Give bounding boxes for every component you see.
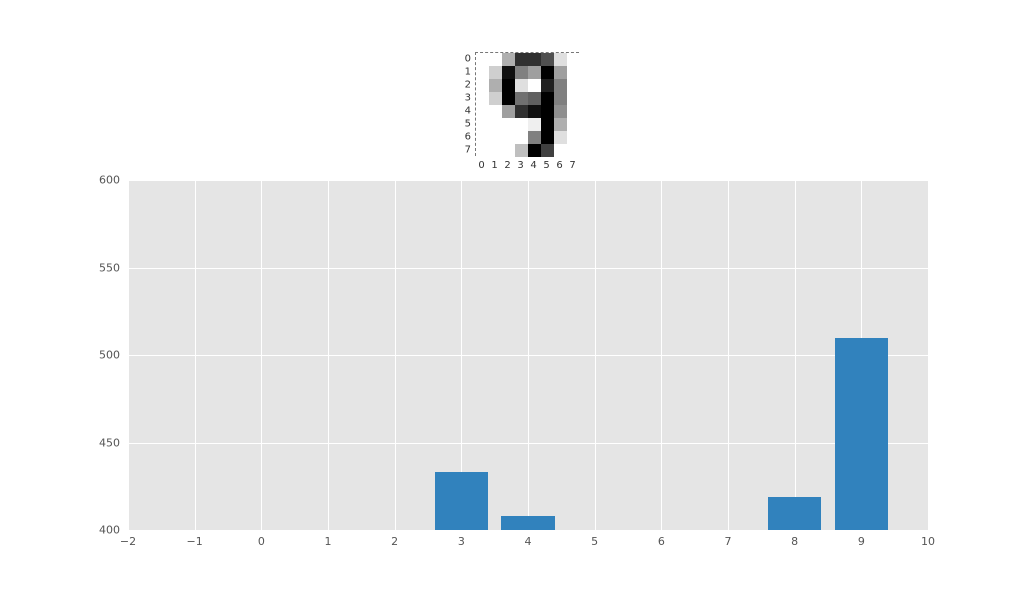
xtick-label: 1 [325,535,332,548]
digit-xtick-label: 7 [569,160,575,171]
bar-chart-subplot: 400450500550600 −2−1012345678910 [128,180,928,530]
digit-xtick-label: 0 [478,160,484,171]
gridline-vertical [661,180,662,530]
xtick-label: 9 [858,535,865,548]
xtick-label: 6 [658,535,665,548]
digit-xtick-label: 1 [491,160,497,171]
figure: 01234567 01234567 400450500550600 −2−101… [0,0,1024,593]
xtick-label: 10 [921,535,935,548]
digit-ytick-label: 7 [465,144,471,155]
bar-axes [128,180,928,530]
gridline-vertical [395,180,396,530]
xtick-label: −2 [120,535,136,548]
gridline-vertical [128,180,129,530]
gridline-vertical [728,180,729,530]
gridline-vertical [328,180,329,530]
digit-ytick-label: 0 [465,53,471,64]
ytick-label: 550 [99,261,120,274]
digit-ytick-label: 2 [465,79,471,90]
ytick-label: 400 [99,524,120,537]
bar [835,338,888,531]
xtick-label: 2 [391,535,398,548]
gridline-vertical [261,180,262,530]
digit-xtick-label: 2 [504,160,510,171]
xtick-label: 0 [258,535,265,548]
digit-ytick-label: 3 [465,92,471,103]
digit-xtick-label: 6 [556,160,562,171]
xtick-label: 4 [525,535,532,548]
gridline-vertical [195,180,196,530]
gridline-vertical [928,180,929,530]
digit-xtick-label: 3 [517,160,523,171]
gridline-vertical [795,180,796,530]
xtick-label: 3 [458,535,465,548]
digit-xtick-label: 4 [530,160,536,171]
xtick-label: 7 [725,535,732,548]
digit-image [476,53,580,157]
bar [768,497,821,530]
gridline-vertical [595,180,596,530]
digit-axes [475,52,579,156]
digit-ytick-label: 5 [465,118,471,129]
digit-ytick-label: 1 [465,66,471,77]
bar [435,472,488,530]
xtick-label: −1 [187,535,203,548]
gridline-vertical [528,180,529,530]
digit-image-subplot: 01234567 01234567 [475,52,579,156]
digit-xtick-label: 5 [543,160,549,171]
digit-ytick-label: 6 [465,131,471,142]
ytick-label: 450 [99,436,120,449]
xtick-label: 8 [791,535,798,548]
gridline-horizontal [128,530,928,531]
xtick-label: 5 [591,535,598,548]
digit-ytick-label: 4 [465,105,471,116]
ytick-label: 600 [99,174,120,187]
bar [501,516,554,530]
ytick-label: 500 [99,349,120,362]
